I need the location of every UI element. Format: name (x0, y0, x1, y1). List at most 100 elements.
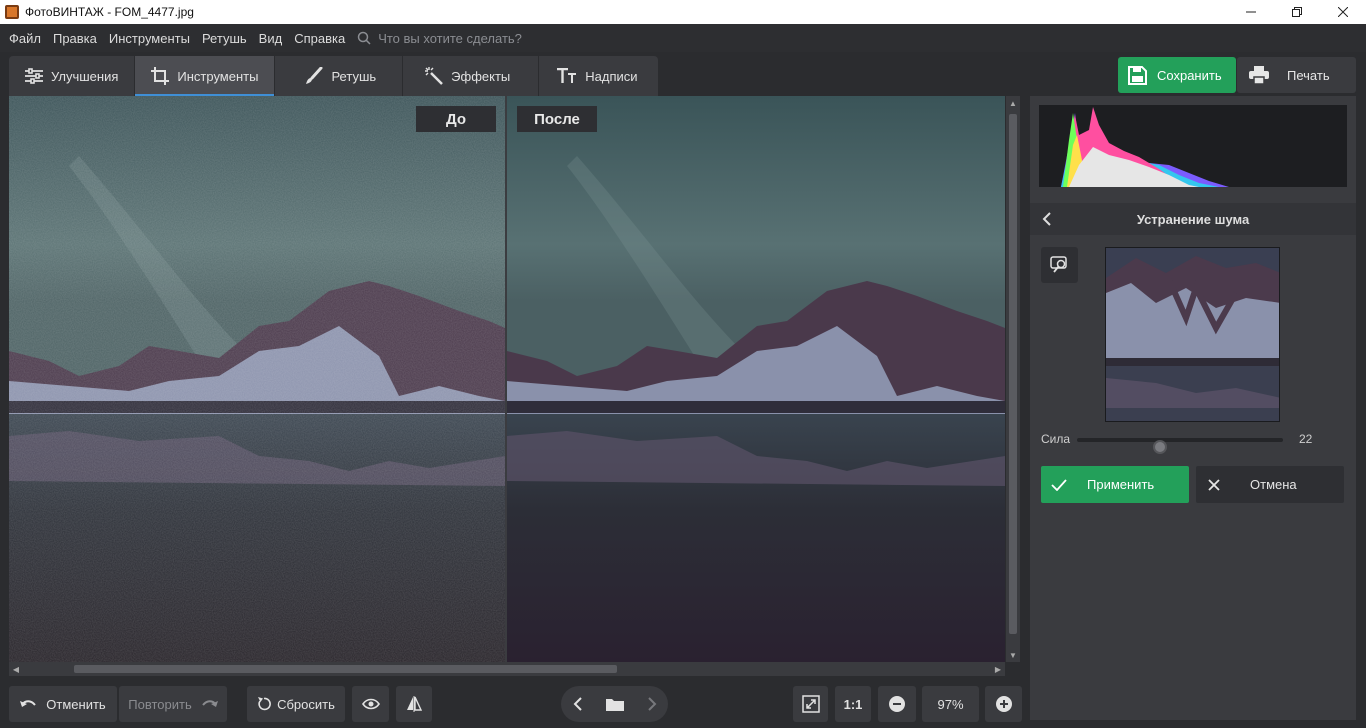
search-placeholder: Что вы хотите сделать? (378, 30, 522, 46)
scroll-down-icon[interactable]: ▼ (1006, 648, 1020, 662)
eye-icon (361, 698, 380, 710)
menu-bar: Файл Правка Инструменты Ретушь Вид Справ… (0, 24, 1366, 52)
minimize-icon (1246, 11, 1256, 13)
scroll-up-icon[interactable]: ▲ (1006, 96, 1020, 110)
magic-wand-icon (425, 67, 444, 85)
brush-icon (306, 67, 323, 84)
scroll-left-icon[interactable]: ◀ (9, 662, 23, 676)
after-label: После (517, 106, 597, 132)
zoom-in-icon (995, 696, 1012, 712)
zoom-in-button[interactable] (985, 686, 1022, 722)
window-controls (1228, 0, 1366, 24)
horizontal-scrollbar[interactable]: ◀ ▶ (9, 662, 1005, 676)
tool-title: Устранение шума (1136, 211, 1250, 227)
crop-icon (151, 67, 170, 85)
tab-tools[interactable]: Инструменты (135, 56, 276, 96)
image-canvas[interactable]: До После (9, 96, 1005, 662)
fit-to-screen-icon (801, 695, 820, 713)
title-bar: ФотоВИНТАЖ - FOM_4477.jpg (0, 0, 1366, 24)
cancel-button[interactable]: Отмена (1196, 466, 1344, 503)
cancel-label: Отмена (1250, 477, 1297, 492)
save-button[interactable]: Сохранить (1118, 57, 1236, 93)
previous-icon[interactable] (573, 697, 583, 711)
compare-icon (407, 696, 422, 712)
preview-magnifier-icon (1049, 256, 1067, 273)
menu-edit[interactable]: Правка (53, 31, 97, 46)
reset-button[interactable]: Сбросить (247, 686, 345, 722)
strength-slider[interactable] (1077, 438, 1283, 454)
window-title: ФотоВИНТАЖ - FOM_4477.jpg (25, 5, 194, 19)
zoom-out-icon (889, 696, 905, 712)
reset-label: Сбросить (277, 696, 335, 712)
menu-view[interactable]: Вид (259, 31, 283, 46)
tab-label: Инструменты (177, 68, 259, 84)
undo-label: Отменить (46, 696, 106, 712)
cancel-x-icon (1208, 478, 1220, 491)
before-label: До (416, 106, 496, 132)
undo-icon (20, 700, 37, 707)
apply-button[interactable]: Применить (1041, 466, 1189, 503)
minimize-button[interactable] (1228, 0, 1274, 24)
scroll-right-icon[interactable]: ▶ (991, 662, 1005, 676)
strength-value: 22 (1299, 432, 1313, 446)
fit-screen-button[interactable] (793, 686, 828, 722)
redo-icon (201, 700, 218, 707)
zoom-out-button[interactable] (878, 686, 916, 722)
zoom-level[interactable]: 97% (922, 686, 979, 722)
back-arrow-icon[interactable] (1042, 212, 1052, 226)
close-button[interactable] (1320, 0, 1366, 24)
histogram (1039, 105, 1347, 187)
strength-slider-row: Сила 22 (1041, 430, 1351, 454)
preview-eye-button[interactable] (352, 686, 389, 722)
search-icon (357, 31, 371, 45)
restore-button[interactable] (1274, 0, 1320, 24)
save-icon (1128, 65, 1147, 85)
noise-preview-thumbnail (1105, 247, 1280, 422)
menu-help[interactable]: Справка (294, 31, 345, 46)
tab-retouch[interactable]: Ретушь (275, 56, 404, 96)
text-icon (557, 68, 577, 83)
checkmark-icon (1051, 478, 1067, 491)
close-icon (1338, 7, 1348, 17)
menu-file[interactable]: Файл (9, 31, 41, 46)
tab-label: Улучшения (51, 68, 119, 84)
print-button[interactable]: Печать (1237, 57, 1356, 93)
vertical-scrollbar[interactable]: ▲ ▼ (1006, 96, 1020, 662)
sliders-icon (25, 68, 43, 84)
vertical-scroll-thumb[interactable] (1009, 114, 1017, 634)
tab-text[interactable]: Надписи (539, 56, 657, 96)
apply-label: Применить (1087, 477, 1155, 492)
tab-label: Ретушь (331, 68, 377, 84)
actual-size-button[interactable]: 1:1 (835, 686, 871, 722)
app-logo-icon (5, 5, 19, 19)
menu-tools[interactable]: Инструменты (109, 31, 190, 46)
undo-button[interactable]: Отменить (9, 686, 117, 722)
redo-button[interactable]: Повторить (119, 686, 227, 722)
toolbar: Улучшения Инструменты Ретушь Эффекты Над… (0, 52, 1366, 96)
compare-button[interactable] (396, 686, 432, 722)
save-label: Сохранить (1157, 67, 1222, 83)
tab-label: Надписи (585, 68, 638, 84)
next-icon[interactable] (647, 697, 657, 711)
preview-zoom-button[interactable] (1041, 247, 1078, 283)
bottom-toolbar: Отменить Повторить Сбросить 1:1 97% (0, 680, 1030, 728)
horizontal-scroll-thumb[interactable] (74, 665, 617, 673)
menu-retouch[interactable]: Ретушь (202, 31, 247, 46)
tab-enhancements[interactable]: Улучшения (9, 56, 136, 96)
after-image (507, 96, 1005, 662)
before-image (9, 96, 505, 662)
file-navigation (561, 686, 668, 722)
tab-label: Эффекты (451, 68, 511, 84)
tab-effects[interactable]: Эффекты (403, 56, 540, 96)
redo-label: Повторить (128, 696, 192, 712)
command-search[interactable]: Что вы хотите сделать? (357, 31, 522, 46)
reset-icon (258, 697, 272, 711)
folder-icon[interactable] (605, 697, 624, 711)
printer-icon (1249, 66, 1269, 84)
mode-tabs: Улучшения Инструменты Ретушь Эффекты Над… (9, 56, 658, 96)
right-panel: Устранение шума Сила 22 Применить Отмена (1030, 96, 1356, 720)
strength-slider-handle[interactable] (1153, 440, 1167, 454)
strength-label: Сила (1041, 432, 1071, 446)
print-label: Печать (1287, 67, 1330, 83)
restore-icon (1292, 7, 1302, 17)
